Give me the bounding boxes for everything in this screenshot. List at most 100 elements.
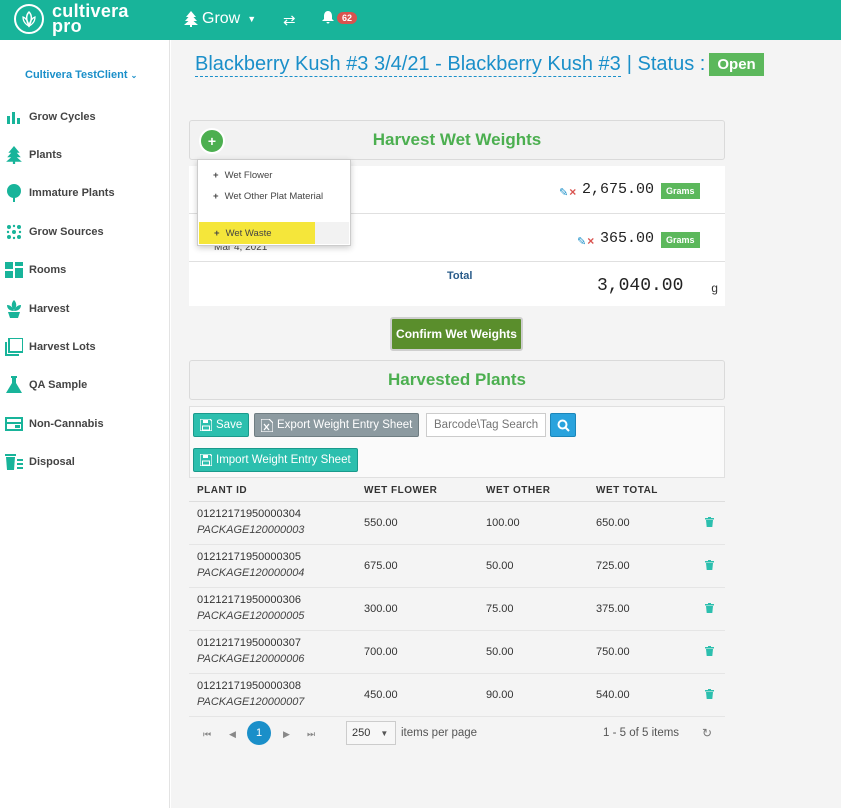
- current-page-button[interactable]: 1: [247, 721, 271, 745]
- add-weight-button[interactable]: +: [199, 128, 225, 154]
- sidebar-item-immature-plants[interactable]: Immature Plants: [0, 179, 169, 207]
- next-page-icon[interactable]: ▶: [283, 729, 290, 740]
- column-header-wet-total[interactable]: WET TOTAL: [596, 485, 658, 496]
- top-bar: cultivera pro Grow ▼ ⇄ 62: [0, 0, 841, 40]
- sidebar-item-harvest-lots[interactable]: Harvest Lots: [0, 333, 169, 361]
- weight-value: 365.00: [600, 230, 655, 247]
- app-logo[interactable]: cultivera pro: [14, 2, 129, 35]
- trash-list-icon: [0, 454, 28, 470]
- package-id: PACKAGE120000006: [197, 653, 305, 665]
- sidebar-item-grow-cycles[interactable]: Grow Cycles: [0, 103, 169, 131]
- wet-other-cell[interactable]: 100.00: [486, 517, 520, 529]
- excel-file-icon: [261, 418, 273, 432]
- main-content: Blackberry Kush #3 3/4/21 - Blackberry K…: [171, 40, 841, 808]
- nav-grow-label: Grow: [202, 10, 241, 27]
- package-id: PACKAGE120000003: [197, 524, 305, 536]
- menu-item-label: Wet Flower: [224, 169, 273, 181]
- wet-weights-heading: Harvest Wet Weights: [372, 130, 542, 149]
- prev-page-icon[interactable]: ◀: [229, 729, 236, 740]
- sidebar-item-grow-sources[interactable]: Grow Sources: [0, 218, 169, 246]
- status-label: | Status :: [626, 53, 706, 75]
- wet-weights-panel-header: + Harvest Wet Weights: [189, 120, 725, 160]
- barcode-search-input[interactable]: [426, 413, 546, 437]
- caret-down-icon: ▼: [380, 728, 389, 738]
- sidebar-item-rooms[interactable]: Rooms: [0, 256, 169, 284]
- wet-flower-cell[interactable]: 450.00: [364, 689, 398, 701]
- nav-grow-menu[interactable]: Grow ▼: [184, 10, 256, 28]
- trash-icon[interactable]: [705, 602, 714, 616]
- total-unit: g: [711, 282, 719, 296]
- sidebar-item-label: Rooms: [29, 264, 67, 276]
- sidebar-item-disposal[interactable]: Disposal: [0, 448, 169, 476]
- total-label: Total: [447, 270, 473, 282]
- sidebar-item-harvest[interactable]: Harvest: [0, 295, 169, 323]
- dots-grid-icon: [0, 224, 28, 240]
- sidebar-item-non-cannabis[interactable]: Non-Cannabis: [0, 410, 169, 438]
- wet-other-cell[interactable]: 50.00: [486, 560, 514, 572]
- plus-icon: +: [213, 190, 219, 202]
- sidebar-item-label: Disposal: [29, 456, 75, 468]
- wet-flower-cell[interactable]: 700.00: [364, 646, 398, 658]
- logo-text: cultivera pro: [52, 2, 129, 35]
- delete-icon[interactable]: ×: [587, 234, 594, 248]
- column-header-wet-flower[interactable]: WET FLOWER: [364, 485, 437, 496]
- wet-flower-cell[interactable]: 675.00: [364, 560, 398, 572]
- trash-icon[interactable]: [705, 516, 714, 530]
- swap-icon[interactable]: ⇄: [283, 11, 296, 29]
- menu-item-wet-flower[interactable]: + Wet Flower: [198, 164, 350, 186]
- menu-item-wet-other[interactable]: + Wet Other Plat Material: [198, 185, 350, 207]
- menu-item-wet-waste[interactable]: + Wet Waste: [199, 222, 315, 244]
- weight-value: 2,675.00: [582, 181, 655, 198]
- bell-icon: [322, 11, 334, 24]
- page-size-value: 250: [352, 727, 371, 739]
- wet-flower-cell[interactable]: 550.00: [364, 517, 398, 529]
- leaf-logo-icon: [14, 4, 44, 34]
- notifications-button[interactable]: 62: [322, 11, 358, 24]
- search-button[interactable]: [550, 413, 576, 437]
- table-row: 01212171950000306 PACKAGE120000005 300.0…: [189, 588, 725, 631]
- wet-flower-cell[interactable]: 300.00: [364, 603, 398, 615]
- export-button[interactable]: Export Weight Entry Sheet: [254, 413, 420, 437]
- row-actions: ✎ ×: [559, 185, 576, 199]
- sidebar: Cultivera TestClient ⌄ Grow Cycles Plant…: [0, 40, 170, 808]
- sidebar-item-plants[interactable]: Plants: [0, 141, 169, 169]
- column-header-plant-id[interactable]: PLANT ID: [197, 485, 247, 496]
- page-size-select[interactable]: 250 ▼: [346, 721, 396, 745]
- first-page-icon[interactable]: ⏮: [203, 729, 211, 740]
- plant-id: 01212171950000308: [197, 680, 302, 692]
- round-tree-icon: [0, 184, 28, 202]
- column-header-wet-other[interactable]: WET OTHER: [486, 485, 551, 496]
- wet-other-cell[interactable]: 75.00: [486, 603, 514, 615]
- confirm-wet-weights-button[interactable]: Confirm Wet Weights: [390, 317, 523, 351]
- grid-header: PLANT ID WET FLOWER WET OTHER WET TOTAL: [189, 478, 725, 502]
- total-value: 3,040.00: [597, 276, 684, 296]
- save-button[interactable]: Save: [193, 413, 250, 437]
- wet-total-cell: 725.00: [596, 560, 630, 572]
- sidebar-item-label: Harvest: [29, 303, 70, 315]
- last-page-icon[interactable]: ⏭: [307, 729, 315, 740]
- plant-id: 01212171950000304: [197, 508, 302, 520]
- refresh-icon[interactable]: ↻: [702, 726, 712, 740]
- client-selector[interactable]: Cultivera TestClient ⌄: [25, 69, 137, 81]
- table-row: 01212171950000307 PACKAGE120000006 700.0…: [189, 631, 725, 674]
- wet-other-cell[interactable]: 50.00: [486, 646, 514, 658]
- harvested-plants-panel-header: Harvested Plants: [189, 360, 725, 400]
- pager-info: 1 - 5 of 5 items: [603, 727, 680, 739]
- trash-icon[interactable]: [705, 559, 714, 573]
- tree-icon: [184, 11, 198, 27]
- sidebar-item-qa-sample[interactable]: QA Sample: [0, 371, 169, 399]
- trash-icon[interactable]: [705, 688, 714, 702]
- delete-icon[interactable]: ×: [569, 185, 576, 199]
- chevron-down-icon: ⌄: [130, 71, 138, 80]
- table-row: 01212171950000304 PACKAGE120000003 550.0…: [189, 502, 725, 545]
- edit-icon[interactable]: ✎: [559, 186, 568, 199]
- import-button[interactable]: Import Weight Entry Sheet: [193, 448, 358, 472]
- box-icon: [0, 417, 28, 431]
- add-weight-menu: + Wet Flower + Wet Other Plat Material +…: [197, 159, 351, 246]
- trash-icon[interactable]: [705, 645, 714, 659]
- wet-other-cell[interactable]: 90.00: [486, 689, 514, 701]
- edit-icon[interactable]: ✎: [577, 235, 586, 248]
- page-title[interactable]: Blackberry Kush #3 3/4/21 - Blackberry K…: [195, 52, 621, 77]
- client-name: Cultivera TestClient: [25, 69, 128, 81]
- floppy-icon: [200, 419, 212, 431]
